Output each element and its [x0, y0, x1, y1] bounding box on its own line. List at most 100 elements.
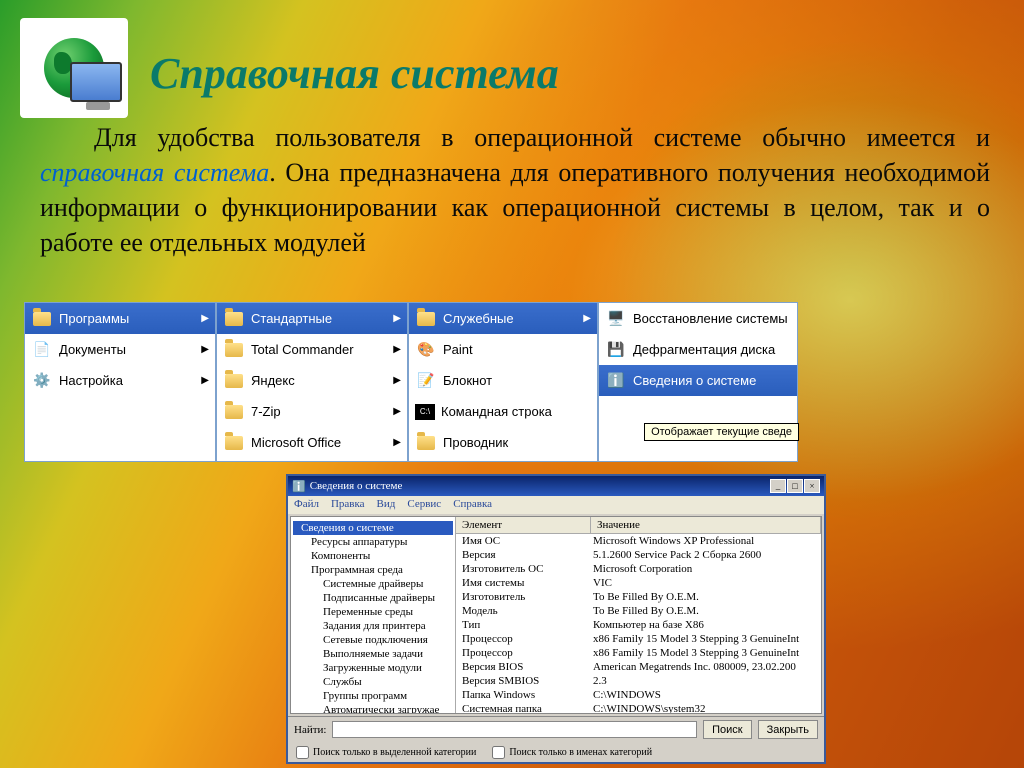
table-row[interactable]: ТипКомпьютер на базе X86 [456, 618, 821, 632]
maximize-button[interactable]: □ [787, 479, 803, 493]
menubar-item[interactable]: Правка [331, 498, 365, 512]
restore-icon: 🖥️ [605, 308, 627, 330]
table-row[interactable]: Папка WindowsC:\WINDOWS [456, 688, 821, 702]
tree-panel[interactable]: Сведения о системеРесурсы аппаратурыКомп… [291, 517, 456, 713]
table-row[interactable]: Процессорx86 Family 15 Model 3 Stepping … [456, 632, 821, 646]
menu-item[interactable]: 📄Документы▶ [25, 334, 215, 365]
tree-node[interactable]: Переменные среды [293, 605, 453, 619]
menu-item[interactable]: Программы▶ [25, 303, 215, 334]
menu-item[interactable]: 💾Дефрагментация диска [599, 334, 797, 365]
menu-label: 7-Zip [251, 404, 281, 419]
table-row[interactable]: Версия SMBIOS2.3 [456, 674, 821, 688]
cell-key: Имя системы [456, 576, 591, 590]
tree-node[interactable]: Загруженные модули [293, 661, 453, 675]
window-title: Сведения о системе [310, 480, 403, 492]
menu-label: Paint [443, 342, 473, 357]
cell-value: 2.3 [591, 674, 821, 688]
menu-label: Блокнот [443, 373, 492, 388]
table-row[interactable]: Версия BIOSAmerican Megatrends Inc. 0800… [456, 660, 821, 674]
cell-value: VIC [591, 576, 821, 590]
tree-node[interactable]: Выполняемые задачи [293, 647, 453, 661]
menubar-item[interactable]: Сервис [407, 498, 441, 512]
notepad-icon: 📝 [415, 370, 437, 392]
tree-node[interactable]: Группы программ [293, 689, 453, 703]
system-info-window: ℹ️ Сведения о системе _ □ × Файл Правка Ви… [286, 474, 826, 764]
menu-label: Сведения о системе [633, 373, 756, 388]
submenu-arrow-icon: ▶ [393, 375, 401, 386]
menubar-item[interactable]: Вид [377, 498, 396, 512]
find-input[interactable] [332, 721, 697, 738]
menu-label: Командная строка [441, 404, 552, 419]
folder-icon [223, 370, 245, 392]
menu-item[interactable]: 📝 Блокнот [409, 365, 597, 396]
tree-node[interactable]: Подписанные драйверы [293, 591, 453, 605]
cell-value: American Megatrends Inc. 080009, 23.02.2… [591, 660, 821, 674]
table-row[interactable]: Процессорx86 Family 15 Model 3 Stepping … [456, 646, 821, 660]
menu-item[interactable]: Проводник [409, 427, 597, 458]
find-label: Найти: [294, 724, 326, 736]
start-menu-cascade: Программы▶📄Документы▶⚙️Настройка▶ Станда… [24, 302, 1000, 462]
tree-node[interactable]: Автоматически загружае [293, 703, 453, 713]
table-row[interactable]: Имя ОСMicrosoft Windows XP Professional [456, 534, 821, 548]
submenu-arrow-icon: ▶ [393, 406, 401, 417]
monitor-icon [70, 62, 122, 102]
menubar-item[interactable]: Справка [453, 498, 492, 512]
menu-item[interactable]: Total Commander▶ [217, 334, 407, 365]
menu-item[interactable]: Яндекс▶ [217, 365, 407, 396]
find-options: Поиск только в выделенной категории Поис… [288, 742, 824, 762]
tree-node[interactable]: Системные драйверы [293, 577, 453, 591]
para-emphasis: справочная система [40, 158, 269, 187]
folder-icon [415, 432, 437, 454]
menu-label: Восстановление системы [633, 311, 788, 326]
menu-label: Служебные [443, 311, 514, 326]
menu-col-3: Служебные ▶ 🎨 Paint 📝 Блокнот C:\Командная стр… [408, 302, 598, 462]
menu-item[interactable]: Стандартные▶ [217, 303, 407, 334]
table-row[interactable]: Имя системыVIC [456, 576, 821, 590]
th-element: Элемент [456, 517, 591, 533]
chk-selected-category[interactable]: Поиск только в выделенной категории [296, 746, 476, 759]
minimize-button[interactable]: _ [770, 479, 786, 493]
tree-node[interactable]: Программная среда [293, 563, 453, 577]
cell-key: Изготовитель [456, 590, 591, 604]
submenu-arrow-icon: ▶ [583, 313, 591, 324]
find-button[interactable]: Поиск [703, 720, 751, 739]
tree-node[interactable]: Службы [293, 675, 453, 689]
menu-item[interactable]: C:\Командная строка [409, 396, 597, 427]
tree-node[interactable]: Сведения о системе [293, 521, 453, 535]
table-row[interactable]: ИзготовительTo Be Filled By O.E.M. [456, 590, 821, 604]
tree-node[interactable]: Ресурсы аппаратуры [293, 535, 453, 549]
menu-item[interactable]: Microsoft Office▶ [217, 427, 407, 458]
tree-node[interactable]: Компоненты [293, 549, 453, 563]
window-titlebar[interactable]: ℹ️ Сведения о системе _ □ × [288, 476, 824, 496]
menu-item[interactable]: 🖥️ Восстановление системы [599, 303, 797, 334]
menu-item[interactable]: 7-Zip ▶ [217, 396, 407, 427]
table-row[interactable]: Изготовитель ОСMicrosoft Corporation [456, 562, 821, 576]
submenu-arrow-icon: ▶ [393, 437, 401, 448]
header-logo [20, 18, 128, 118]
menu-item[interactable]: Служебные ▶ [409, 303, 597, 334]
menu-item[interactable]: ℹ️Сведения о системе [599, 365, 797, 396]
submenu-arrow-icon: ▶ [201, 344, 209, 355]
table-row[interactable]: МодельTo Be Filled By O.E.M. [456, 604, 821, 618]
paint-icon: 🎨 [415, 339, 437, 361]
table-row[interactable]: Версия5.1.2600 Service Pack 2 Сборка 260… [456, 548, 821, 562]
cell-key: Модель [456, 604, 591, 618]
submenu-arrow-icon: ▶ [393, 344, 401, 355]
menu-col-1: Программы▶📄Документы▶⚙️Настройка▶ [24, 302, 216, 462]
menu-item[interactable]: 🎨 Paint [409, 334, 597, 365]
tree-node[interactable]: Сетевые подключения [293, 633, 453, 647]
settings-icon: ⚙️ [31, 370, 53, 392]
menu-item[interactable]: ⚙️Настройка▶ [25, 365, 215, 396]
cell-key: Версия BIOS [456, 660, 591, 674]
table-row[interactable]: Системная папкаC:\WINDOWS\system32 [456, 702, 821, 713]
chk-category-names[interactable]: Поиск только в именах категорий [492, 746, 652, 759]
menubar-item[interactable]: Файл [294, 498, 319, 512]
close-button[interactable]: × [804, 479, 820, 493]
cell-key: Процессор [456, 646, 591, 660]
doc-icon: 📄 [31, 339, 53, 361]
cell-key: Изготовитель ОС [456, 562, 591, 576]
close-find-button[interactable]: Закрыть [758, 720, 818, 739]
tree-node[interactable]: Задания для принтера [293, 619, 453, 633]
menu-col-2: Стандартные▶Total Commander▶Яндекс▶7-Zip… [216, 302, 408, 462]
cell-value: x86 Family 15 Model 3 Stepping 3 Genuine… [591, 646, 821, 660]
